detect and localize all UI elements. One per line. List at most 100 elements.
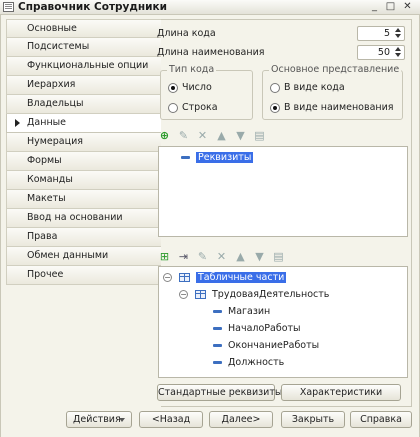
sidebar-item-label: Ввод на основании [27, 212, 123, 223]
collapse-icon[interactable]: − [179, 290, 188, 299]
actions-label: Действия [73, 414, 121, 425]
tree-item-employment-table[interactable]: − ТрудоваяДеятельность [179, 287, 329, 302]
add-icon[interactable]: ⊕ [158, 129, 171, 142]
code-type-legend: Тип кода [167, 64, 217, 75]
radio-dot-icon [270, 83, 280, 93]
code-type-number-radio[interactable]: Число [168, 81, 212, 95]
sidebar-item-rights[interactable]: Права [6, 228, 161, 247]
maximize-button[interactable]: □ [384, 1, 397, 13]
table-icon [179, 273, 190, 282]
tree-item-label: ОкончаниеРаботы [228, 340, 320, 351]
sidebar-item-label: Данные [27, 117, 67, 128]
tree-item-field[interactable]: Должность [213, 355, 284, 370]
presentation-name-radio[interactable]: В виде наименования [270, 101, 394, 115]
tree-item-label: Должность [228, 357, 285, 368]
sidebar-item-templates[interactable]: Макеты [6, 190, 161, 209]
attribute-icon [181, 156, 190, 159]
move-up-icon[interactable]: ▲ [215, 129, 228, 142]
stepper-arrows-icon[interactable] [393, 28, 403, 39]
main-presentation-legend: Основное представление [269, 64, 402, 75]
sidebar-item-input-based-on[interactable]: Ввод на основании [6, 209, 161, 228]
tree-item-field[interactable]: НачалоРаботы [213, 321, 301, 336]
sidebar-item-label: Функциональные опции [27, 60, 149, 71]
sidebar-item-hierarchy[interactable]: Иерархия [6, 76, 161, 95]
sidebar-item-label: Макеты [27, 193, 66, 204]
help-button[interactable]: Справка [350, 411, 412, 428]
radio-dot-icon [270, 103, 280, 113]
name-length-label: Длина наименования [157, 47, 265, 58]
close-window-button[interactable]: ✕ [401, 1, 414, 13]
sidebar-item-label: Обмен данными [27, 250, 109, 261]
tabular-sections-tree[interactable]: − Табличные части − ТрудоваяДеятельность… [158, 266, 408, 378]
sidebar-item-label: Команды [27, 174, 73, 185]
sidebar-item-main[interactable]: Основные [6, 19, 161, 38]
tree-item-field[interactable]: ОкончаниеРаботы [213, 338, 319, 353]
sidebar-item-data[interactable]: Данные [6, 114, 161, 133]
edit-icon[interactable]: ✎ [196, 250, 209, 263]
window-title: Справочник Сотрудники [18, 1, 167, 13]
sidebar-item-label: Права [27, 231, 58, 242]
stepper-arrows-icon[interactable] [393, 47, 403, 58]
sidebar-item-subsystems[interactable]: Подсистемы [6, 38, 161, 57]
sidebar-item-data-exchange[interactable]: Обмен данными [6, 247, 161, 266]
attributes-toolbar: ⊕ ✎ ✕ ▲ ▼ ▤ [158, 129, 278, 143]
sidebar-item-owners[interactable]: Владельцы [6, 95, 161, 114]
name-length-stepper[interactable]: 50 [357, 45, 405, 60]
code-type-string-radio[interactable]: Строка [168, 101, 218, 115]
radio-label: Число [182, 82, 212, 93]
code-length-label: Длина кода [157, 28, 216, 39]
tree-item-field[interactable]: Магазин [213, 304, 270, 319]
add-attribute-icon[interactable]: ⇥ [177, 250, 190, 263]
sidebar: Основные Подсистемы Функциональные опции… [6, 19, 161, 285]
active-arrow-icon [15, 119, 20, 127]
tree-item-label: НачалоРаботы [228, 323, 301, 334]
add-table-icon[interactable]: ⊞ [158, 250, 171, 263]
table-icon [195, 290, 206, 299]
delete-icon[interactable]: ✕ [196, 129, 209, 142]
edit-icon[interactable]: ✎ [177, 129, 190, 142]
sidebar-item-label: Прочее [27, 269, 64, 280]
standard-attributes-button[interactable]: Стандартные реквизиты [157, 384, 282, 401]
presentation-code-radio[interactable]: В виде кода [270, 81, 345, 95]
attribute-icon [213, 361, 222, 364]
back-button[interactable]: <Назад [139, 411, 203, 428]
tree-item-label: Табличные части [196, 272, 287, 283]
sidebar-item-numbering[interactable]: Нумерация [6, 133, 161, 152]
sidebar-item-functional-options[interactable]: Функциональные опции [6, 57, 161, 76]
delete-icon[interactable]: ✕ [215, 250, 228, 263]
code-length-value: 5 [383, 28, 390, 39]
tree-item-tabular-sections[interactable]: − Табличные части [163, 270, 287, 285]
close-button[interactable]: Закрыть [281, 411, 345, 428]
radio-dot-icon [168, 103, 178, 113]
sidebar-item-label: Иерархия [27, 79, 76, 90]
sidebar-item-label: Формы [27, 155, 62, 166]
sidebar-item-commands[interactable]: Команды [6, 171, 161, 190]
sort-icon[interactable]: ▤ [253, 129, 266, 142]
collapse-icon[interactable]: − [163, 273, 172, 282]
sidebar-item-other[interactable]: Прочее [6, 266, 161, 285]
sidebar-item-label: Владельцы [27, 98, 84, 109]
attribute-icon [213, 344, 222, 347]
minimize-button[interactable]: _ [368, 1, 381, 13]
move-down-icon[interactable]: ▼ [253, 250, 266, 263]
characteristics-button[interactable]: Характеристики [281, 384, 401, 401]
tree-item-label: Реквизиты [196, 152, 254, 163]
data-tab-panel: Длина кода 5 Длина наименования 50 Тип к… [157, 19, 412, 407]
tabular-toolbar: ⊞ ⇥ ✎ ✕ ▲ ▼ ▤ [158, 250, 298, 264]
attribute-icon [213, 310, 222, 313]
move-down-icon[interactable]: ▼ [234, 129, 247, 142]
radio-label: В виде кода [284, 82, 345, 93]
radio-label: В виде наименования [284, 102, 394, 113]
move-up-icon[interactable]: ▲ [234, 250, 247, 263]
tree-item-attributes[interactable]: Реквизиты [181, 150, 254, 165]
sidebar-item-forms[interactable]: Формы [6, 152, 161, 171]
window-app-icon [3, 2, 14, 12]
code-length-stepper[interactable]: 5 [357, 26, 405, 41]
attributes-tree[interactable]: Реквизиты [158, 146, 408, 237]
title-bar: Справочник Сотрудники _ □ ✕ [0, 0, 420, 15]
attribute-icon [213, 327, 222, 330]
actions-dropdown[interactable]: Действия [66, 411, 132, 428]
sort-icon[interactable]: ▤ [272, 250, 285, 263]
sidebar-item-label: Подсистемы [27, 41, 90, 52]
next-button[interactable]: Далее> [209, 411, 273, 428]
